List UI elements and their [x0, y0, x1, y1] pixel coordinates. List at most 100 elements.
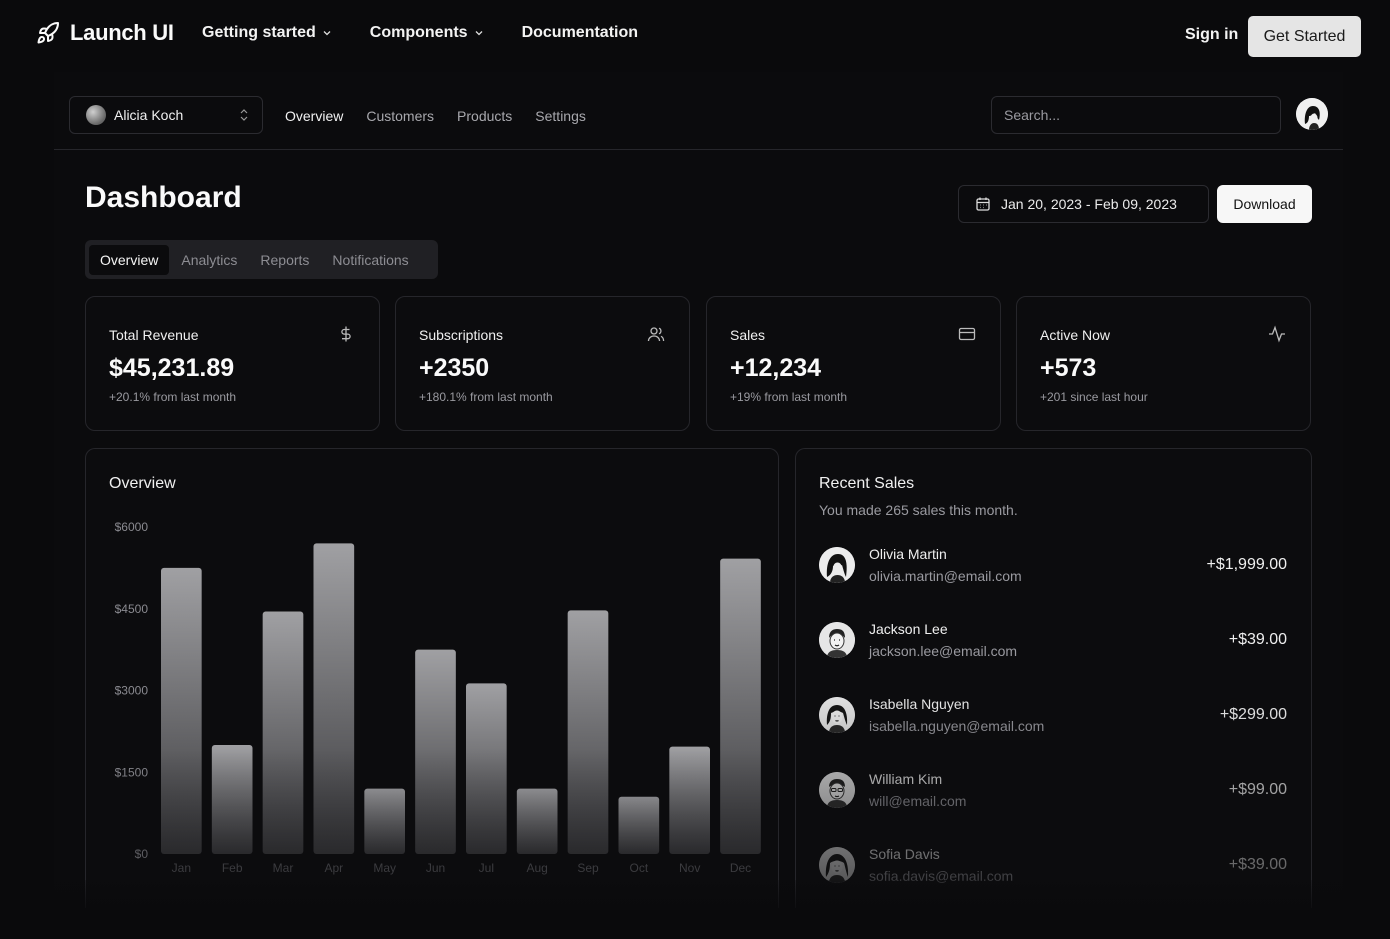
bar-nov[interactable] [669, 746, 710, 854]
sale-email: isabella.nguyen@email.com [869, 718, 1045, 734]
dashboard-subnav: Alicia Koch Overview Customers Products … [54, 72, 1343, 150]
x-tick-label: Jul [479, 861, 494, 875]
sale-amount: +$99.00 [1228, 781, 1287, 798]
bar-aug[interactable] [516, 788, 558, 854]
page-title: Dashboard [85, 181, 242, 214]
x-tick-label: Aug [526, 861, 547, 875]
sign-in-link[interactable]: Sign in [1185, 26, 1238, 44]
stat-card-revenue: Total Revenue $45,231.89 +20.1% from las… [85, 296, 380, 431]
card-subtext: +19% from last month [730, 390, 848, 404]
subnav-products[interactable]: Products [457, 108, 512, 124]
activity-icon [1269, 325, 1285, 343]
card-title: Subscriptions [419, 327, 504, 343]
card-title: Total Revenue [109, 327, 199, 343]
calendar-icon [976, 197, 990, 211]
brand-name: Launch UI [70, 20, 174, 45]
stat-card-subscriptions: Subscriptions +2350 +180.1% from last mo… [395, 296, 690, 431]
bottom-fade [0, 880, 1390, 939]
bar-apr[interactable] [313, 543, 355, 854]
bar-may[interactable] [364, 788, 405, 854]
sale-row[interactable]: Olivia Martin olivia.martin@email.com +$… [819, 546, 1289, 588]
x-tick-label: Dec [730, 861, 751, 875]
subnav-overview[interactable]: Overview [285, 108, 343, 124]
avatar [819, 697, 855, 733]
recent-sales-title: Recent Sales [819, 475, 915, 492]
y-tick-label: $3000 [115, 684, 149, 698]
x-tick-label: Sep [577, 861, 599, 875]
nav-documentation[interactable]: Documentation [522, 24, 638, 42]
card-title: Active Now [1040, 327, 1111, 343]
dashboard-tabs: Overview Analytics Reports Notifications [85, 240, 438, 279]
sale-name: Olivia Martin [869, 546, 947, 562]
sale-email: jackson.lee@email.com [869, 643, 1018, 659]
sale-email: will@email.com [869, 793, 967, 809]
sale-row[interactable]: Jackson Lee jackson.lee@email.com +$39.0… [819, 621, 1289, 663]
stat-card-active-now: Active Now +573 +201 since last hour [1016, 296, 1311, 431]
date-range-picker[interactable]: Jan 20, 2023 - Feb 09, 2023 [958, 185, 1209, 223]
sale-email: olivia.martin@email.com [869, 568, 1022, 584]
card-subtext: +20.1% from last month [109, 390, 237, 404]
card-value: +2350 [419, 354, 490, 382]
sale-amount: +$1,999.00 [1206, 556, 1287, 573]
card-value: $45,231.89 [109, 354, 235, 382]
bar-mar[interactable] [262, 611, 304, 854]
bar-jul[interactable] [466, 683, 507, 854]
card-value: +573 [1040, 354, 1097, 382]
x-tick-label: Nov [679, 861, 700, 875]
search-input[interactable] [991, 96, 1281, 134]
sale-name: Sofia Davis [869, 846, 940, 862]
x-tick-label: Oct [629, 861, 648, 875]
sale-name: Isabella Nguyen [869, 696, 970, 712]
team-avatar [86, 105, 106, 125]
x-tick-label: Feb [222, 861, 243, 875]
avatar [819, 772, 855, 808]
bar-jun[interactable] [415, 649, 456, 854]
x-tick-label: Jan [172, 861, 191, 875]
card-subtext: +201 since last hour [1040, 390, 1148, 404]
x-tick-label: May [373, 861, 396, 875]
dashboard-frame: Alicia Koch Overview Customers Products … [54, 72, 1343, 939]
main-nav: Getting started Components Documentation [202, 24, 676, 42]
credit-card-icon [958, 327, 976, 341]
get-started-button[interactable]: Get Started [1248, 16, 1361, 57]
nav-getting-started[interactable]: Getting started [202, 24, 332, 42]
team-switcher[interactable]: Alicia Koch [69, 96, 263, 134]
bar-jan[interactable] [161, 567, 202, 854]
tab-notifications[interactable]: Notifications [321, 245, 419, 275]
chevrons-up-down-icon [240, 109, 248, 121]
nav-link-label: Components [369, 24, 468, 41]
sale-amount: +$39.00 [1228, 631, 1287, 648]
team-name: Alicia Koch [114, 107, 184, 123]
bar-dec[interactable] [720, 558, 761, 854]
top-navbar: Launch UI Getting started Components Doc… [0, 0, 1390, 72]
tab-analytics[interactable]: Analytics [170, 245, 248, 275]
tab-reports[interactable]: Reports [249, 245, 320, 275]
recent-sales-panel: Recent Sales You made 265 sales this mon… [795, 448, 1312, 908]
tab-overview[interactable]: Overview [89, 244, 170, 275]
recent-sales-subtitle: You made 265 sales this month. [819, 502, 1018, 518]
overview-chart-panel: Overview $6000 $4500 $3000 $1500 $0 Jan Feb Ma… [85, 448, 779, 908]
rocket-icon [37, 21, 59, 44]
avatar [819, 847, 855, 883]
dollar-icon [341, 326, 351, 342]
user-avatar[interactable] [1296, 98, 1328, 130]
download-button[interactable]: Download [1217, 185, 1312, 223]
card-subtext: +180.1% from last month [419, 390, 553, 404]
y-tick-label: $6000 [115, 520, 149, 534]
subnav-customers[interactable]: Customers [366, 108, 434, 124]
sale-amount: +$39.00 [1228, 856, 1287, 873]
chevron-down-icon [323, 31, 331, 36]
subnav-settings[interactable]: Settings [535, 108, 586, 124]
sale-row[interactable]: Isabella Nguyen isabella.nguyen@email.co… [819, 696, 1289, 738]
bar-oct[interactable] [618, 796, 660, 854]
sale-amount: +$299.00 [1219, 706, 1287, 723]
x-tick-label: Apr [324, 861, 343, 875]
sale-name: Jackson Lee [869, 621, 948, 637]
sale-row[interactable]: William Kim will@email.com +$99.00 [819, 771, 1289, 813]
nav-link-label: Documentation [521, 24, 639, 41]
bar-feb[interactable] [211, 745, 253, 854]
brand[interactable]: Launch UI [36, 20, 174, 46]
bar-sep[interactable] [567, 610, 609, 854]
nav-components[interactable]: Components [370, 24, 484, 42]
card-title: Sales [730, 327, 766, 343]
